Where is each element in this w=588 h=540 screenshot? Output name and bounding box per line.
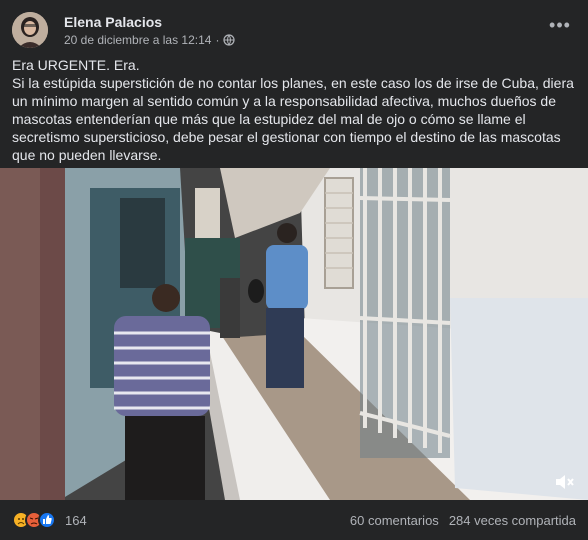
reaction-count: 164: [65, 512, 87, 528]
more-dots-icon[interactable]: •••: [546, 16, 574, 38]
comment-count[interactable]: 60 comentarios: [350, 513, 439, 528]
globe-icon: [223, 34, 236, 46]
post-paragraph: Era URGENTE. Era.: [12, 57, 140, 73]
post-timestamp[interactable]: 20 de diciembre a las 12:14: [64, 33, 211, 47]
post-meta: 20 de diciembre a las 12:14 ·: [64, 33, 236, 47]
reaction-summary[interactable]: 164: [12, 511, 87, 529]
post-header: Elena Palacios 20 de diciembre a las 12:…: [12, 12, 576, 52]
post-card: Elena Palacios 20 de diciembre a las 12:…: [0, 0, 588, 540]
like-icon: [38, 511, 56, 529]
author-name[interactable]: Elena Palacios: [64, 14, 162, 30]
avatar[interactable]: [12, 12, 48, 48]
post-footer: 164 60 comentarios 284 veces compartida: [12, 506, 576, 534]
post-video[interactable]: [0, 168, 588, 500]
share-count[interactable]: 284 veces compartida: [449, 513, 576, 528]
volume-icon[interactable]: [554, 472, 576, 492]
post-text: Era URGENTE. Era. Si la estúpida superst…: [12, 56, 576, 164]
post-stats: 60 comentarios 284 veces compartida: [350, 513, 576, 528]
post-paragraph: Si la estúpida superstición de no contar…: [12, 75, 574, 163]
video-frame: [0, 168, 588, 500]
